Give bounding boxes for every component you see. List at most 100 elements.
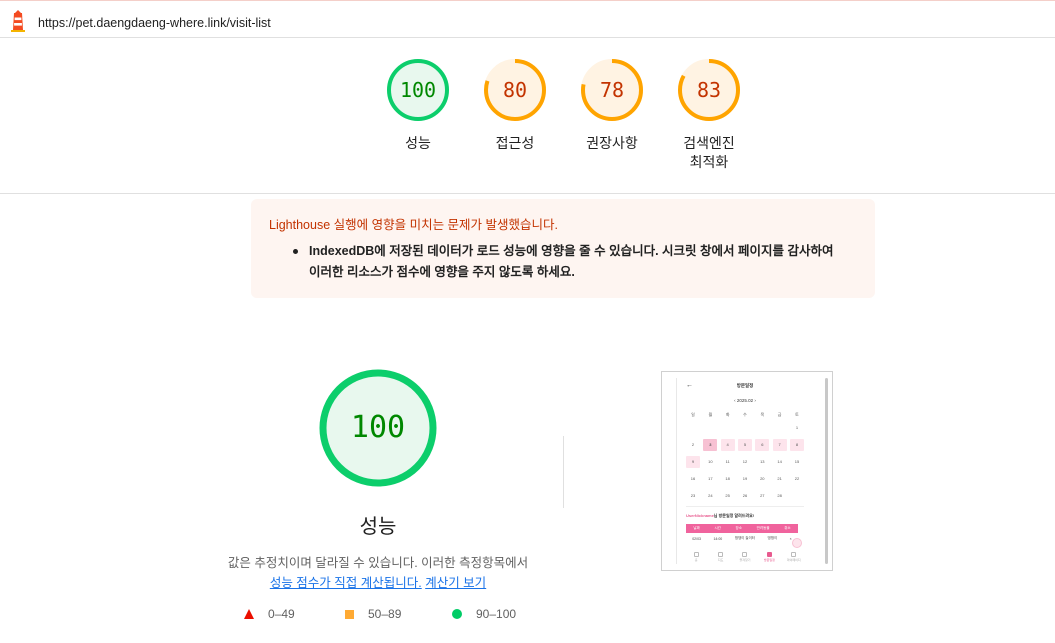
calendar-day: 23 [690, 493, 696, 498]
calculator-link[interactable]: 계산기 보기 [425, 576, 486, 590]
gauge-performance: 100 [386, 58, 450, 122]
weekday-label: 일 [691, 412, 695, 417]
score-performance[interactable]: 100 성능 [370, 58, 466, 153]
screenshot-scrollbar [825, 378, 828, 564]
calendar-day [703, 422, 717, 434]
calendar-day [738, 422, 752, 434]
score-value: 83 [696, 78, 722, 102]
nav-label: 마이페이지 [786, 558, 801, 562]
calendar-day: 22 [794, 476, 800, 481]
table-header-cell: 날짜 [693, 526, 700, 530]
calendar-day: 24 [708, 493, 713, 498]
calendar-day [755, 422, 769, 434]
schedule-table-header: 날짜 시간 장소 반려동물 취소 [686, 524, 798, 533]
score-label: 접근성 [495, 135, 535, 151]
screenshot-content: ← 방문일정 ‹ 2025.02 › 일월화수목금토 1 2 3 4 5 6 7 8 9 10 11… [680, 376, 810, 570]
calendar-day: 20 [760, 476, 765, 481]
circle-icon [452, 609, 462, 619]
score-value: 100 [399, 78, 437, 102]
add-schedule-button [792, 538, 802, 548]
weekday-label: 화 [725, 412, 730, 417]
weekday-label: 금 [777, 412, 782, 417]
gauge-best-practices: 78 [580, 58, 644, 122]
calendar-day: 27 [760, 493, 765, 498]
weekday-label: 토 [795, 412, 799, 417]
user-nickname: UserNickname [686, 513, 714, 518]
nav-icon [742, 552, 748, 557]
calendar-day: 14 [777, 459, 782, 464]
calendar-week: 2 345678 [686, 439, 804, 451]
calendar-day: 5 [737, 439, 752, 451]
performance-description-links: 성능 점수가 직접 계산됩니다. 계산기 보기 [200, 572, 556, 591]
screen-title: 방문일정 [736, 383, 754, 388]
table-cell: 14:00 [713, 536, 723, 541]
gauge-seo: 83 [677, 58, 741, 122]
performance-description: 값은 추정치이며 달라질 수 있습니다. 이러한 측정항목에서 [227, 556, 529, 570]
legend-pass: 90–100 [452, 607, 516, 621]
divider [0, 193, 1055, 194]
calendar-day: 9 [686, 456, 700, 468]
calendar-day: 6 [755, 439, 770, 451]
calendar-day: 11 [725, 459, 730, 464]
legend-range: 90–100 [476, 607, 517, 621]
calendar-day [721, 422, 735, 434]
calendar-day: 2 [691, 442, 695, 447]
calendar-day: 26 [742, 493, 748, 498]
warning-title: Lighthouse 실행에 영향을 미치는 문제가 발생했습니다. [269, 218, 559, 232]
page-url[interactable]: https://pet.daengdaeng-where.link/visit-… [38, 16, 271, 30]
weekday-label: 수 [743, 412, 747, 417]
performance-score-value: 100 [350, 410, 406, 445]
table-cell: 댕댕이 놀이터 [734, 536, 756, 540]
bullet-icon [293, 249, 298, 254]
table-header-cell: 시간 [714, 526, 721, 530]
heading-text: 님 방문일정 알려드려요! [713, 513, 755, 518]
nav-icon [766, 552, 772, 557]
calendar-week: 9 10 11 12 13 14 15 [686, 456, 804, 468]
warning-item-line2: 이러한 리소스가 점수에 영향을 주지 않도록 하세요. [309, 265, 575, 279]
weekday-label: 월 [708, 412, 713, 417]
schedule-table-row: 02/03 14:00 댕댕이 놀이터 댕댕이 × [686, 534, 798, 543]
calendar-day: 7 [772, 439, 787, 451]
score-accessibility[interactable]: 80 접근성 [467, 58, 563, 153]
score-best-practices[interactable]: 78 권장사항 [564, 58, 660, 153]
weekday-label: 목 [760, 412, 765, 417]
score-value: 78 [599, 78, 625, 102]
nav-label: 즐겨찾기 [739, 558, 751, 562]
score-label: 검색엔진 최적화 [661, 134, 757, 172]
calendar-day: 12 [742, 459, 748, 464]
warning-item-line1: IndexedDB에 저장된 데이터가 로드 성능에 영향을 줄 수 있습니다.… [309, 244, 834, 258]
nav-label: 홈 [694, 558, 698, 562]
bottom-nav: 홈 지도 즐겨찾기 방문일정 마이페이지 [684, 552, 806, 568]
warning-item: IndexedDB에 저장된 데이터가 로드 성능에 영향을 줄 수 있습니다.… [309, 241, 869, 283]
final-screenshot[interactable]: ← 방문일정 ‹ 2025.02 › 일월화수목금토 1 2 3 4 5 6 7 8 9 10 11… [661, 371, 833, 571]
table-header-cell: 반려동물 [756, 526, 770, 530]
score-calculation-link[interactable]: 성능 점수가 직접 계산됩니다. [270, 576, 422, 590]
performance-gauge: 100 [318, 368, 438, 488]
calendar-day: 10 [708, 459, 713, 464]
schedule-heading: UserNickname님 방문일정 알려드려요! [686, 513, 804, 519]
nav-label: 방문일정 [763, 558, 775, 562]
nav-label: 지도 [717, 558, 724, 562]
nav-icon [693, 552, 699, 557]
divider [686, 506, 804, 507]
calendar-day [790, 490, 804, 502]
legend-average: 50–89 [345, 607, 401, 621]
triangle-icon [244, 609, 254, 619]
table-cell: 02/03 [692, 536, 701, 541]
calendar-day [773, 422, 787, 434]
warning-list: IndexedDB에 저장된 데이터가 로드 성능에 영향을 줄 수 있습니다.… [269, 241, 857, 283]
gauge-accessibility: 80 [483, 58, 547, 122]
nav-item: 홈 [686, 552, 706, 562]
table-cell: 댕댕이 [767, 536, 778, 540]
score-legend: 0–49 50–89 90–100 [240, 607, 540, 627]
screenshot-edge [676, 378, 677, 564]
calendar-day: 13 [760, 459, 765, 464]
calendar-day: 15 [794, 459, 800, 464]
calendar-day: 28 [777, 493, 782, 498]
calendar-week: 23 24 25 26 27 28 [686, 490, 804, 502]
calendar-week: 16 17 18 19 20 21 22 [686, 473, 804, 485]
nav-item: 방문일정 [759, 552, 779, 562]
score-seo[interactable]: 83 검색엔진 최적화 [661, 58, 757, 172]
calendar-day: 19 [742, 476, 748, 481]
nav-item: 지도 [711, 552, 731, 562]
